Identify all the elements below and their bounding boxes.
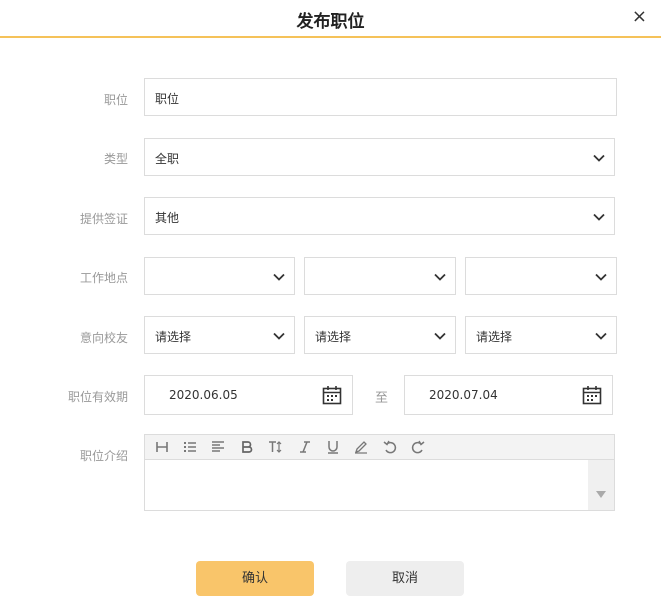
location-country-select[interactable] [144, 257, 295, 295]
calendar-icon[interactable] [582, 385, 602, 405]
editor-scrollbar[interactable] [588, 460, 614, 510]
visa-select[interactable]: 其他 [144, 197, 615, 235]
school-select-1[interactable]: 请选择 [144, 316, 295, 354]
school-select-2[interactable]: 请选择 [304, 316, 456, 354]
chevron-down-icon [595, 332, 607, 340]
start-date-input[interactable]: 2020.06.05 [144, 375, 353, 415]
scroll-down-arrow-icon[interactable] [596, 491, 606, 499]
undo-icon[interactable] [383, 440, 397, 454]
pen-icon[interactable] [354, 440, 368, 454]
location-label: 工作地点 [79, 271, 128, 285]
visa-select-value: 其他 [155, 211, 180, 225]
school-label: 意向校友 [79, 331, 128, 345]
type-select-value: 全职 [155, 152, 180, 166]
chevron-down-icon [434, 273, 446, 281]
chevron-down-icon [434, 332, 446, 340]
confirm-button[interactable]: 确认 [196, 561, 314, 596]
intro-editor [144, 434, 615, 511]
chevron-down-icon [273, 273, 285, 281]
validity-label: 职位有效期 [67, 390, 128, 404]
chevron-down-icon [593, 154, 605, 162]
italic-icon[interactable] [298, 440, 312, 454]
editor-toolbar [145, 435, 614, 460]
chevron-down-icon [593, 213, 605, 221]
text-size-icon[interactable] [268, 440, 282, 454]
intro-textarea[interactable] [151, 465, 581, 505]
chevron-down-icon [273, 332, 285, 340]
school-select-3-value: 请选择 [476, 330, 513, 344]
type-select[interactable]: 全职 [144, 138, 615, 176]
calendar-icon[interactable] [322, 385, 342, 405]
position-input[interactable]: 职位 [144, 78, 617, 116]
heading-icon[interactable] [155, 440, 169, 454]
location-province-select[interactable] [304, 257, 456, 295]
position-label: 职位 [103, 93, 128, 107]
align-icon[interactable] [211, 440, 225, 454]
position-input-value: 职位 [155, 92, 180, 106]
dialog-title: 发布职位 [296, 12, 365, 32]
dialog-header: 发布职位 × [0, 0, 661, 38]
cancel-button[interactable]: 取消 [346, 561, 464, 596]
close-icon[interactable]: × [632, 8, 647, 26]
school-select-1-value: 请选择 [155, 330, 192, 344]
redo-icon[interactable] [411, 440, 425, 454]
underline-icon[interactable] [326, 440, 340, 454]
bold-icon[interactable] [240, 440, 254, 454]
location-city-select[interactable] [465, 257, 617, 295]
end-date-input[interactable]: 2020.07.04 [404, 375, 613, 415]
bullet-list-icon[interactable] [183, 440, 197, 454]
chevron-down-icon [595, 273, 607, 281]
school-select-2-value: 请选择 [315, 330, 352, 344]
intro-label: 职位介绍 [79, 449, 128, 463]
end-date-value: 2020.07.04 [429, 388, 498, 402]
type-label: 类型 [103, 152, 128, 166]
visa-label: 提供签证 [79, 212, 128, 226]
school-select-3[interactable]: 请选择 [465, 316, 617, 354]
start-date-value: 2020.06.05 [169, 388, 238, 402]
date-range-separator: 至 [375, 391, 389, 406]
